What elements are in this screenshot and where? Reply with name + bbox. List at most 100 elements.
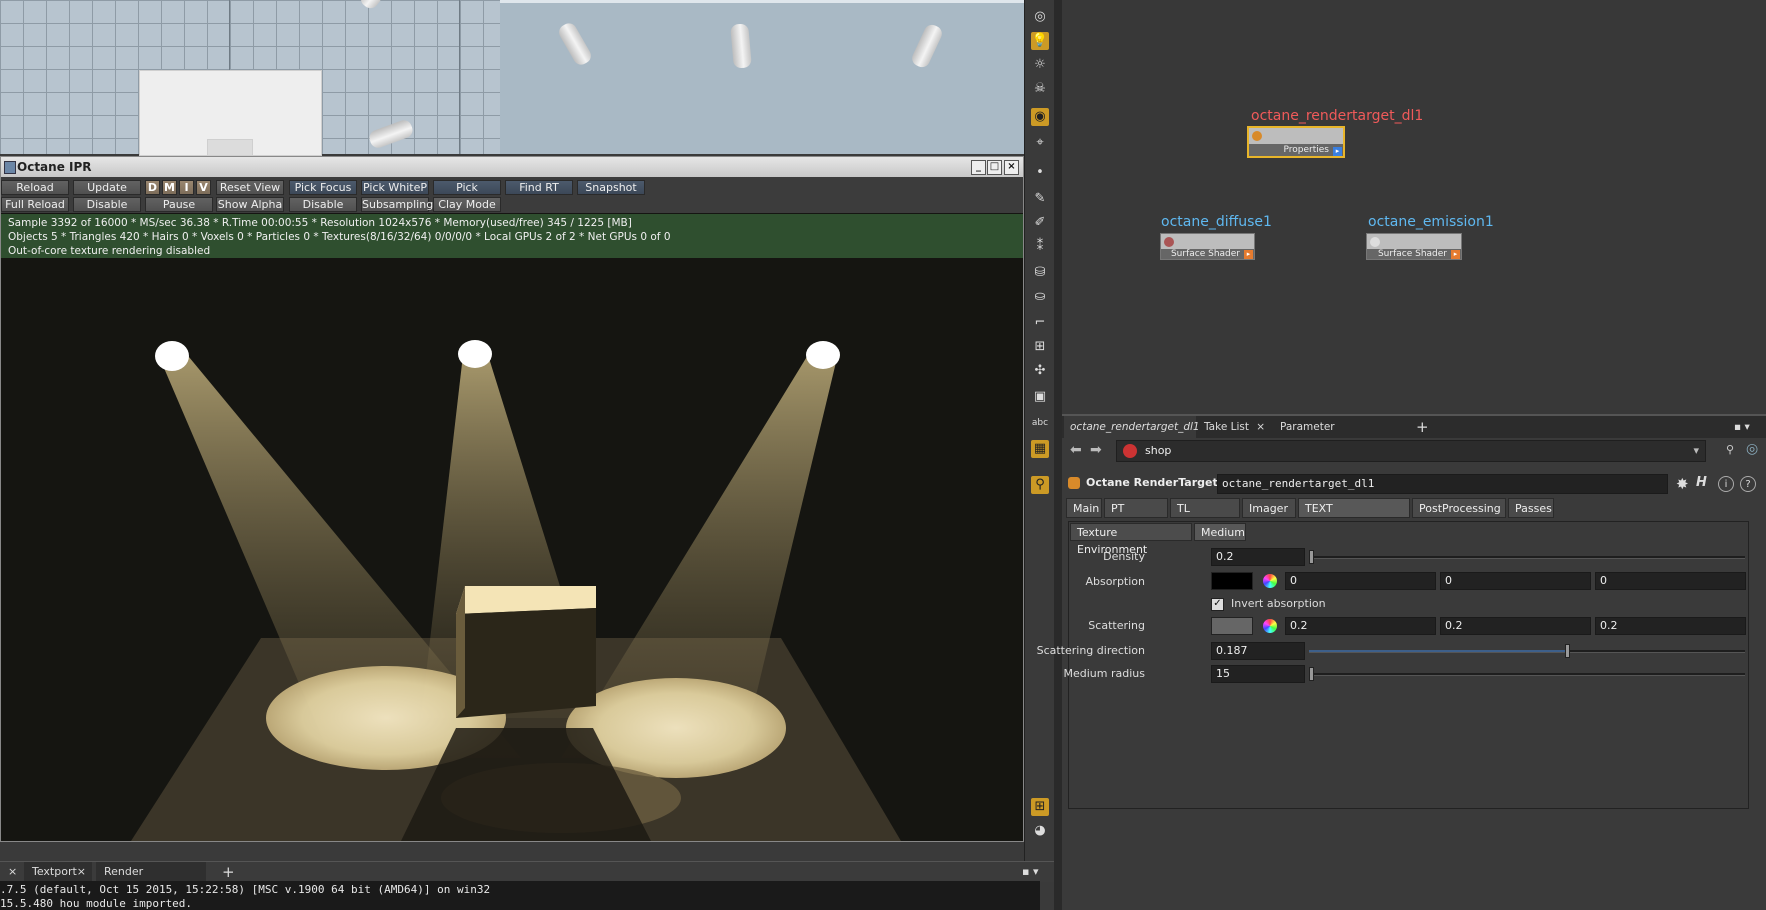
d-toggle-button[interactable]: D [145, 180, 160, 195]
absorption-color-swatch[interactable] [1211, 572, 1253, 590]
find-rt-button[interactable]: Find RT [505, 180, 573, 195]
reset-view-button[interactable]: Reset View [216, 180, 284, 195]
tab-pt-kernel[interactable]: PT Kernel [1104, 498, 1168, 534]
layout-icon[interactable]: ⊞ [1031, 798, 1049, 816]
scattering-direction-handle[interactable] [1565, 644, 1570, 658]
chevron-down-icon[interactable]: ▾ [1693, 444, 1699, 457]
square-icon[interactable]: ▣ [1031, 388, 1049, 406]
link-icon[interactable]: ◎ [1746, 441, 1758, 457]
node-label-emission[interactable]: octane_emission1 [1368, 214, 1494, 230]
i-toggle-button[interactable]: I [179, 180, 194, 195]
textport-console[interactable]: .7.5 (default, Oct 15 2015, 15:22:58) [M… [0, 881, 1040, 910]
tab-parameter-spreadsheet[interactable]: Parameter Spreadsheet× [1274, 416, 1406, 455]
absorption-b-input[interactable]: 0 [1595, 572, 1746, 590]
pin-icon[interactable]: ⚲ [1726, 443, 1734, 456]
flipbook-icon[interactable]: ⌖ [1031, 134, 1049, 152]
density-slider-handle[interactable] [1309, 550, 1314, 564]
scattering-b-input[interactable]: 0.2 [1595, 617, 1746, 635]
pane-menu-icon[interactable]: ▪ ▾ [1728, 416, 1762, 438]
light-link-icon[interactable]: ☼ [1031, 56, 1049, 74]
ipr-titlebar[interactable]: Octane IPR _ □ × [1, 157, 1023, 177]
scattering-r-input[interactable]: 0.2 [1285, 617, 1436, 635]
medium-radius-slider[interactable] [1309, 673, 1745, 676]
info-icon[interactable]: i [1718, 476, 1734, 492]
corner-icon[interactable]: ⌐ [1031, 314, 1049, 332]
close-icon[interactable]: × [0, 862, 22, 882]
node-label-rendertarget[interactable]: octane_rendertarget_dl1 [1251, 108, 1423, 124]
display-icon[interactable]: ◎ [1031, 8, 1049, 26]
show-alpha-button[interactable]: Show Alpha [216, 197, 284, 212]
pane-menu-icon[interactable]: ▪ ▾ [1014, 862, 1048, 882]
invert-absorption-checkbox[interactable]: ✓ [1211, 598, 1224, 611]
tab-passes[interactable]: Passes [1508, 498, 1554, 518]
m-toggle-button[interactable]: M [162, 180, 177, 195]
text-icon[interactable]: abc [1031, 414, 1049, 432]
tab-main[interactable]: Main [1066, 498, 1102, 518]
output-flag-icon[interactable]: ▸ [1333, 147, 1342, 156]
gear-icon[interactable]: ✸ [1676, 475, 1689, 493]
medium-radius-handle[interactable] [1309, 667, 1314, 681]
tab-take-list[interactable]: Take List × [1198, 416, 1270, 438]
help-icon[interactable]: ? [1740, 476, 1756, 492]
back-arrow-icon[interactable]: ⬅ [1070, 442, 1082, 458]
render-view[interactable] [1, 258, 1023, 841]
tab-postprocessing[interactable]: PostProcessing [1412, 498, 1506, 518]
disable-updates-button[interactable]: Disable Upd. [73, 197, 141, 225]
node-diffuse[interactable]: Surface Shader ▸ [1160, 233, 1255, 260]
render-region-icon[interactable]: ▦ [1031, 440, 1049, 458]
add-tab-button[interactable]: + [214, 862, 235, 882]
snap-grid-icon[interactable]: ⊞ [1031, 338, 1049, 356]
pick-whitepoint-button[interactable]: Pick WhiteP [361, 180, 429, 195]
forward-arrow-icon[interactable]: ➡ [1090, 442, 1102, 458]
numbers-icon[interactable]: ⁑ [1031, 238, 1049, 256]
light-placement-icon[interactable]: ⚲ [1031, 476, 1049, 494]
pick-focus-button[interactable]: Pick Focus [289, 180, 357, 195]
bucket-icon[interactable]: ⛁ [1031, 264, 1049, 282]
reload-button[interactable]: Reload [1, 180, 69, 195]
subsampling-button[interactable]: Subsampling [361, 197, 433, 212]
density-input[interactable]: 0.2 [1211, 548, 1305, 566]
node-label-diffuse[interactable]: octane_diffuse1 [1161, 214, 1272, 230]
pick-material-button[interactable]: Pick Material [433, 180, 501, 208]
color-wheel-icon[interactable] [1263, 619, 1277, 633]
full-reload-button[interactable]: Full Reload [1, 197, 69, 212]
tab-textport[interactable]: Textport × [24, 862, 92, 882]
maximize-button[interactable]: □ [987, 160, 1002, 175]
close-button[interactable]: × [1004, 160, 1019, 175]
minimize-button[interactable]: _ [971, 160, 986, 175]
clay-mode-button[interactable]: Clay Mode [433, 197, 501, 212]
medium-radius-input[interactable]: 15 [1211, 665, 1305, 683]
node-rendertarget[interactable]: Properties ▸ [1247, 126, 1345, 158]
tab-text-environment[interactable]: TEXT Environment [1298, 498, 1410, 534]
houdini-help-icon[interactable]: H [1696, 475, 1707, 490]
tab-medium[interactable]: Medium [1194, 523, 1246, 541]
update-button[interactable]: Update [73, 180, 141, 195]
path-field[interactable]: shop ▾ [1116, 440, 1706, 462]
pause-button[interactable]: Pause [145, 197, 213, 212]
scene-viewport-right[interactable] [500, 0, 1024, 154]
axis-icon[interactable]: ✣ [1031, 362, 1049, 380]
camera-icon[interactable]: ◉ [1031, 108, 1049, 126]
node-name-input[interactable]: octane_rendertarget_dl1 [1217, 474, 1668, 494]
pen-icon[interactable]: ✐ [1031, 214, 1049, 232]
color-wheel-icon[interactable] [1263, 574, 1277, 588]
pane-divider[interactable] [1054, 0, 1062, 910]
paint-icon[interactable]: ⛀ [1031, 288, 1049, 306]
absorption-g-input[interactable]: 0 [1440, 572, 1591, 590]
output-flag-icon[interactable]: ▸ [1244, 250, 1253, 259]
add-tab-button[interactable]: + [1410, 416, 1430, 438]
network-editor[interactable]: octane_rendertarget_dl1 Properties ▸ oct… [1062, 0, 1766, 414]
scene-viewport-left[interactable] [0, 0, 500, 156]
point-icon[interactable]: • [1031, 164, 1049, 182]
disable-dof-button[interactable]: Disable DOF [289, 197, 357, 225]
scattering-direction-input[interactable]: 0.187 [1211, 642, 1305, 660]
ghost-icon[interactable]: ☠ [1031, 80, 1049, 98]
scattering-g-input[interactable]: 0.2 [1440, 617, 1591, 635]
tab-texture-environment[interactable]: Texture Environment [1070, 523, 1192, 556]
tab-render-scheduler[interactable]: Render Scheduler× [96, 862, 206, 898]
density-slider[interactable] [1309, 556, 1745, 559]
tab-imager[interactable]: Imager [1242, 498, 1296, 518]
tab-tl-camera[interactable]: TL Camera [1170, 498, 1240, 534]
light-icon[interactable]: 💡 [1031, 32, 1049, 50]
absorption-r-input[interactable]: 0 [1285, 572, 1436, 590]
